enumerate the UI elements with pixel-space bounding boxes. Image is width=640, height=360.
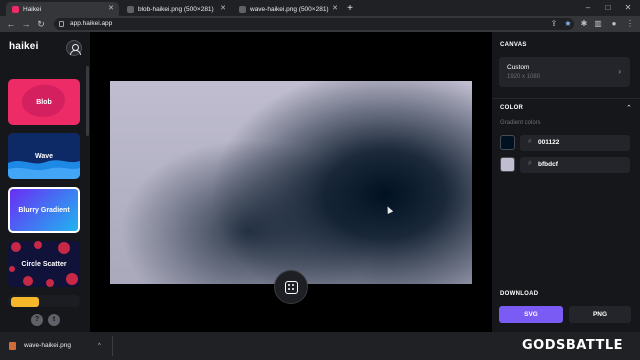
color-swatch-1[interactable] (500, 135, 515, 150)
url-text: app.haikei.app (70, 20, 113, 27)
canvas-area (90, 32, 492, 332)
profile-icon[interactable]: ● (608, 18, 620, 30)
reload-button[interactable]: ↻ (35, 16, 47, 32)
lock-icon (59, 21, 64, 27)
haikei-app: haikei Blob Wave Blurry Gradient Circle … (0, 32, 640, 332)
hex-input-2[interactable]: # bfbdcf (520, 157, 630, 173)
generator-card-partial[interactable] (8, 295, 80, 307)
generator-sidebar: haikei Blob Wave Blurry Gradient Circle … (0, 32, 90, 332)
sidebar-scrollbar[interactable] (86, 66, 89, 136)
image-favicon-icon (127, 5, 134, 13)
forward-button[interactable]: → (20, 16, 32, 32)
close-tab-icon[interactable]: ✕ (108, 4, 114, 12)
image-file-icon (9, 342, 16, 350)
tab-blob-haikei[interactable]: blob-haikei.png (500×281) ✕ (121, 2, 231, 16)
back-button[interactable]: ← (5, 16, 17, 32)
tab-title: blob-haikei.png (500×281) (138, 5, 214, 13)
close-tab-icon[interactable]: ✕ (220, 4, 226, 12)
generator-thumbnail-partial (11, 297, 39, 307)
divider (112, 336, 113, 356)
hex-input-1[interactable]: # 001122 (520, 135, 630, 151)
hex-value: bfbdcf (538, 160, 558, 168)
download-section-title: DOWNLOAD (500, 291, 539, 297)
hash-symbol: # (528, 139, 532, 145)
hash-symbol: # (528, 161, 532, 167)
image-favicon-icon (239, 5, 246, 13)
color-section-title: COLOR (500, 105, 524, 111)
randomize-button[interactable] (274, 270, 308, 304)
generator-label: Wave (34, 152, 54, 160)
download-png-button[interactable]: PNG (569, 306, 631, 323)
sidepanel-icon[interactable]: ▥ (592, 18, 604, 30)
canvas-size-label: Custom (507, 64, 530, 71)
generator-label: Blurry Gradient (18, 206, 70, 214)
close-tab-icon[interactable]: ✕ (332, 4, 338, 12)
help-icon[interactable]: ? (31, 314, 43, 326)
twitter-icon[interactable]: t (48, 314, 60, 326)
download-filename: wave-haikei.png (24, 342, 71, 349)
user-avatar-icon[interactable] (66, 40, 82, 56)
haikei-logo[interactable]: haikei (9, 41, 39, 52)
haikei-favicon-icon (12, 5, 19, 13)
color-swatch-2[interactable] (500, 157, 515, 172)
hex-value: 001122 (538, 138, 560, 146)
canvas-section-title: CANVAS (500, 42, 527, 48)
divider (492, 98, 640, 99)
chevron-up-icon[interactable]: ^ (98, 338, 101, 354)
canvas-size-value: 1920 x 1080 (507, 74, 541, 80)
bookmark-star-icon[interactable]: ★ (562, 18, 574, 30)
generator-label: Circle Scatter (21, 260, 67, 268)
close-window-button[interactable]: ✕ (618, 0, 638, 16)
generator-card-blurry-gradient[interactable]: Blurry Gradient (8, 187, 80, 233)
share-icon[interactable]: ⇪ (548, 18, 560, 30)
generator-card-blob[interactable]: Blob (8, 79, 80, 125)
tab-haikei[interactable]: Haikei ✕ (6, 2, 119, 16)
maximize-button[interactable]: □ (598, 0, 618, 16)
tab-title: Haikei (23, 5, 42, 13)
tab-wave-haikei[interactable]: wave-haikei.png (500×281) ✕ (233, 2, 343, 16)
generator-label: Blob (36, 98, 52, 106)
gradient-colors-label: Gradient colors (500, 120, 541, 126)
dice-icon (285, 281, 298, 294)
download-item[interactable]: wave-haikei.png ^ (6, 338, 110, 354)
minimize-button[interactable]: – (578, 0, 598, 16)
menu-icon[interactable]: ⋮ (624, 18, 636, 30)
blurry-gradient-canvas[interactable] (110, 81, 472, 284)
extensions-icon[interactable]: ✱ (578, 18, 590, 30)
generator-card-wave[interactable]: Wave (8, 133, 80, 179)
collapse-chevron-up-icon[interactable]: ⌃ (626, 104, 632, 112)
settings-panel: CANVAS Custom 1920 x 1080 › COLOR ⌃ Grad… (492, 32, 640, 332)
address-bar[interactable]: app.haikei.app (54, 18, 574, 30)
canvas-size-select[interactable]: Custom 1920 x 1080 › (499, 57, 630, 87)
watermark: GODSBATTLE (522, 338, 624, 353)
browser-toolbar: ← → ↻ app.haikei.app ⇪ ★ ✱ ▥ ● ⋮ (0, 16, 640, 32)
download-svg-button[interactable]: SVG (499, 306, 563, 323)
generator-card-circle-scatter[interactable]: Circle Scatter (8, 241, 80, 287)
tab-title: wave-haikei.png (500×281) (250, 5, 329, 13)
new-tab-button[interactable]: + (344, 3, 356, 15)
chevron-right-icon: › (618, 67, 621, 76)
browser-tab-strip: Haikei ✕ blob-haikei.png (500×281) ✕ wav… (0, 0, 640, 16)
